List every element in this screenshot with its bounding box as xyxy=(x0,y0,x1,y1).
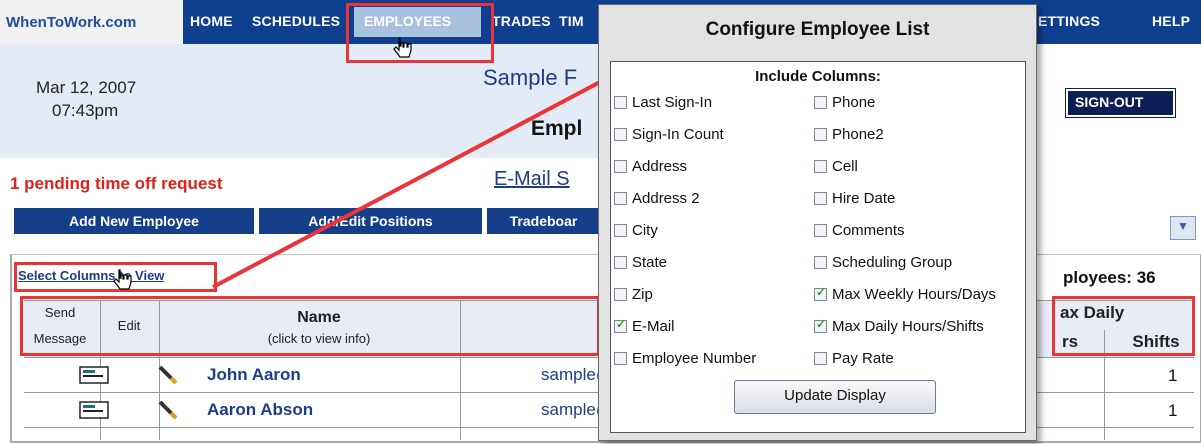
nav-home[interactable]: HOME xyxy=(190,13,233,29)
checkbox[interactable] xyxy=(814,128,827,141)
pencil-icon[interactable] xyxy=(157,364,179,386)
add-employee-button[interactable]: Add New Employee xyxy=(14,208,254,234)
page-title: Empl xyxy=(531,117,583,140)
nav-trades[interactable]: TRADES xyxy=(492,13,551,29)
checkbox[interactable] xyxy=(814,192,827,205)
checkbox-checked[interactable] xyxy=(614,317,627,333)
action-button-bar: Add New Employee Add/Edit Positions Trad… xyxy=(14,208,600,234)
nav-schedules[interactable]: SCHEDULES xyxy=(252,13,340,29)
nav-settings[interactable]: ETTINGS xyxy=(1038,13,1100,29)
employee-max-shifts: 1 xyxy=(1168,366,1178,385)
columns-panel: Include Columns: Last Sign-In Sign-In Co… xyxy=(610,61,1026,433)
brand-logo[interactable]: WhenToWork.com xyxy=(0,0,183,45)
checkbox[interactable] xyxy=(814,160,827,173)
signout-label: SIGN-OUT xyxy=(1075,94,1144,110)
checkbox[interactable] xyxy=(614,192,627,205)
update-display-button[interactable]: Update Display xyxy=(734,380,936,414)
hand-cursor-icon xyxy=(393,37,412,58)
annotation-box-nav xyxy=(346,3,494,63)
checkbox[interactable] xyxy=(814,352,827,365)
employee-count: ployees: 36 xyxy=(1063,268,1156,287)
pencil-icon[interactable] xyxy=(157,399,179,421)
hand-cursor-icon xyxy=(113,269,132,290)
tradeboard-button[interactable]: Tradeboar xyxy=(487,208,600,234)
checkbox-checked[interactable] xyxy=(814,317,827,333)
checkbox[interactable] xyxy=(814,256,827,269)
checkbox[interactable] xyxy=(614,224,627,237)
message-icon[interactable] xyxy=(79,401,109,419)
nav-help[interactable]: HELP xyxy=(1152,13,1190,29)
employee-max-shifts: 1 xyxy=(1168,401,1178,420)
checkbox[interactable] xyxy=(614,256,627,269)
checkbox[interactable] xyxy=(614,288,627,301)
brand-text: WhenToWork.com xyxy=(6,14,137,31)
signout-button[interactable]: SIGN-OUT xyxy=(1065,88,1176,118)
message-icon[interactable] xyxy=(79,366,109,384)
configure-employee-list-dialog: Configure Employee List Include Columns:… xyxy=(598,4,1037,441)
checkbox[interactable] xyxy=(614,128,627,141)
nav-time[interactable]: TIM xyxy=(559,13,584,29)
pending-requests-alert[interactable]: 1 pending time off request xyxy=(10,174,223,194)
employee-name-link[interactable]: John Aaron xyxy=(207,365,301,385)
current-time: 07:43pm xyxy=(52,101,119,120)
checkbox[interactable] xyxy=(814,224,827,237)
checkbox-checked[interactable] xyxy=(814,285,827,301)
email-link[interactable]: E-Mail S xyxy=(494,168,570,191)
columns-heading: Include Columns: xyxy=(755,68,881,85)
annotation-box-header-left xyxy=(20,296,600,356)
chevron-down-icon: ▼ xyxy=(1177,219,1189,233)
checkbox[interactable] xyxy=(614,352,627,365)
view-select-dropdown[interactable]: ▼ xyxy=(1170,216,1196,240)
checkbox[interactable] xyxy=(614,96,627,109)
current-date: Mar 12, 2007 xyxy=(36,78,137,97)
employee-name-link[interactable]: Aaron Abson xyxy=(207,400,313,420)
company-name: Sample F xyxy=(483,65,578,90)
dialog-title: Configure Employee List xyxy=(705,19,930,40)
checkbox[interactable] xyxy=(614,160,627,173)
edit-positions-button[interactable]: Add/Edit Positions xyxy=(259,208,482,234)
annotation-box-header-right xyxy=(1052,296,1195,356)
checkbox[interactable] xyxy=(814,96,827,109)
